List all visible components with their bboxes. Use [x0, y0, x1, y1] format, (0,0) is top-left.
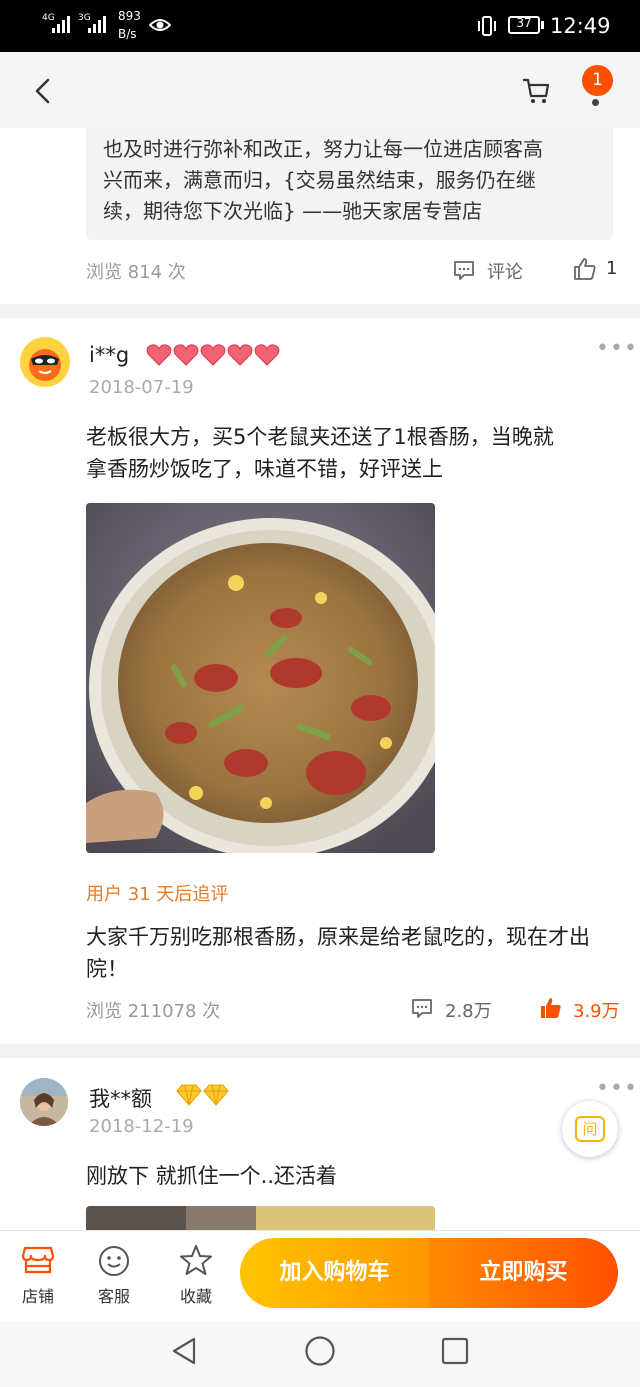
nav-recents-icon[interactable]: [441, 1337, 469, 1365]
net-speed-value: 893: [118, 9, 141, 23]
more-options-icon[interactable]: •••: [596, 336, 638, 361]
reply-line: 兴而来，满意而归，{交易虽然结束，服务仍在继: [103, 168, 536, 192]
top-nav-bar: 1: [0, 52, 640, 128]
service-tab-label: 客服: [97, 1287, 130, 1306]
customer-service-tab[interactable]: 客服: [79, 1241, 149, 1313]
status-bar: 4G 3G 893 B/s 37 12:49: [0, 0, 640, 52]
user-level-hearts: [146, 344, 280, 366]
review-text: 老板很大方，买5个老鼠夹还送了1根香肠，当晚就 拿香肠炒饭吃了，味道不错，好评送…: [86, 421, 626, 485]
net-speed-unit: B/s: [118, 27, 137, 41]
fried-rice-photo: [86, 503, 435, 853]
heart-level-icon: [146, 344, 172, 366]
comment-count[interactable]: 2.8万: [445, 997, 492, 1023]
nav-home-icon[interactable]: [304, 1335, 336, 1367]
signal-icon-2: [88, 16, 106, 33]
shop-tab[interactable]: 店铺: [3, 1241, 73, 1313]
review-date: 2018-07-19: [89, 377, 194, 398]
battery-tip: [541, 21, 544, 29]
review-text-line: 老板很大方，买5个老鼠夹还送了1根香肠，当晚就: [86, 425, 554, 449]
reply-line: 续，期待您下次光临} ——驰天家居专营店: [103, 199, 483, 223]
back-arrow-icon[interactable]: [32, 78, 54, 104]
review-text-line: 拿香肠炒饭吃了，味道不错，好评送上: [86, 457, 443, 481]
photo-fragment: [256, 1206, 435, 1230]
favorite-tab-label: 收藏: [179, 1287, 212, 1306]
review-photo[interactable]: [86, 503, 435, 853]
avatar[interactable]: [20, 337, 70, 387]
more-dot-icon[interactable]: [592, 99, 599, 106]
like-icon[interactable]: [573, 257, 597, 281]
favorite-tab[interactable]: 收藏: [161, 1241, 231, 1313]
review-text: 刚放下 就抓住一个..还活着: [86, 1164, 338, 1188]
system-nav-bar: [0, 1322, 640, 1387]
signal-icon: [52, 16, 70, 33]
followup-text: 大家千万别吃那根香肠，原来是给老鼠吃的，现在才出 院！: [86, 921, 626, 985]
diamond-level-icon: [203, 1084, 229, 1106]
reply-line: 也及时进行弥补和改正，努力让每一位进店顾客高: [103, 137, 543, 161]
vibrate-icon: [478, 16, 496, 36]
followup-label: 用户 31 天后追评: [86, 884, 229, 905]
message-badge[interactable]: 1: [582, 65, 613, 96]
avatar[interactable]: [20, 1078, 68, 1126]
photo-fragment: [86, 1206, 186, 1230]
like-count[interactable]: 3.9万: [573, 997, 620, 1023]
review-separator: [0, 304, 640, 318]
like-count[interactable]: 1: [606, 258, 617, 279]
cart-icon[interactable]: [521, 76, 551, 106]
username[interactable]: 我**额: [89, 1083, 152, 1113]
status-time: 12:49: [550, 14, 611, 38]
user-level-diamonds: [176, 1084, 229, 1106]
more-options-icon[interactable]: •••: [596, 1076, 638, 1101]
like-filled-icon[interactable]: [539, 996, 563, 1020]
battery-level: 37: [516, 16, 532, 30]
heart-level-icon: [173, 344, 199, 366]
username[interactable]: i**g: [89, 343, 129, 367]
avatar-cartoon-icon: [29, 349, 61, 381]
followup-text-line: 院！: [86, 957, 128, 981]
heart-level-icon: [200, 344, 226, 366]
seller-reply-text: 也及时进行弥补和改正，努力让每一位进店顾客高 兴而来，满意而归，{交易虽然结束，…: [103, 134, 603, 227]
view-count: 浏览 211078 次: [86, 1001, 221, 1022]
heart-level-icon: [254, 344, 280, 366]
followup-text-line: 大家千万别吃那根香肠，原来是给老鼠吃的，现在才出: [86, 925, 590, 949]
ask-question-button[interactable]: 问: [562, 1101, 618, 1157]
battery-icon: 37: [508, 16, 540, 34]
diamond-level-icon: [176, 1084, 202, 1106]
review-photo[interactable]: [86, 1206, 435, 1230]
star-icon: [180, 1245, 212, 1275]
eye-icon: [149, 19, 171, 31]
comment-label[interactable]: 评论: [487, 258, 523, 284]
comment-icon[interactable]: [453, 259, 475, 281]
review-separator: [0, 1044, 640, 1058]
ask-icon: 问: [575, 1116, 605, 1142]
nav-back-icon[interactable]: [170, 1336, 198, 1366]
avatar-photo-icon: [20, 1078, 68, 1126]
shop-tab-label: 店铺: [21, 1287, 54, 1306]
add-to-cart-button[interactable]: 加入购物车: [240, 1238, 429, 1308]
review-date: 2018-12-19: [89, 1116, 194, 1137]
view-count: 浏览 814 次: [86, 262, 186, 283]
heart-level-icon: [227, 344, 253, 366]
service-face-icon: [99, 1246, 129, 1276]
comment-icon[interactable]: [411, 997, 433, 1019]
shop-icon: [22, 1246, 54, 1274]
bottom-action-bar: 店铺 客服 收藏 加入购物车 立即购买: [0, 1230, 640, 1323]
buy-now-button[interactable]: 立即购买: [429, 1238, 618, 1308]
